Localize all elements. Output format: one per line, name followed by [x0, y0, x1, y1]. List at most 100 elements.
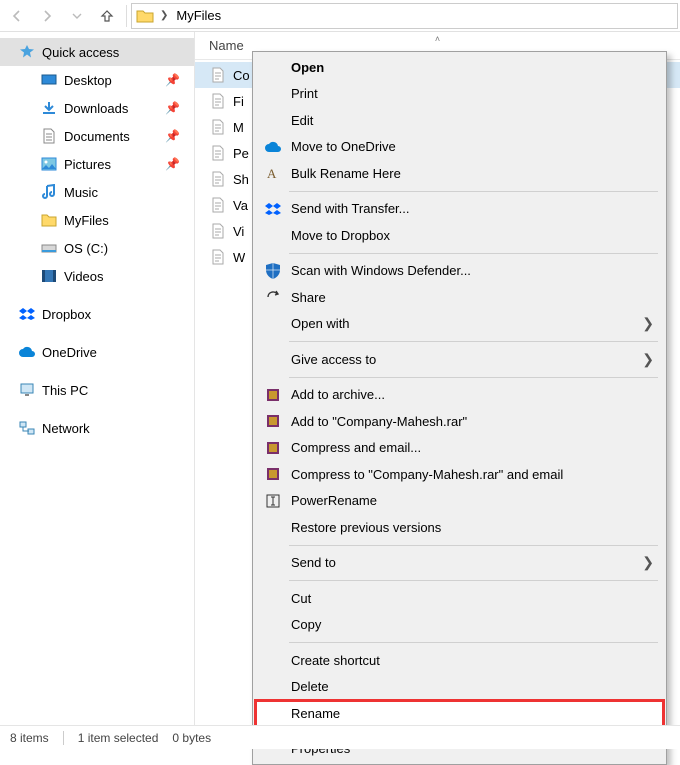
menu-add-archive[interactable]: Add to archive... [255, 382, 664, 409]
sidebar-item-label: MyFiles [64, 213, 109, 228]
document-icon [40, 127, 58, 145]
text-file-icon [209, 144, 227, 162]
sidebar-item-label: OneDrive [42, 345, 97, 360]
menu-separator [289, 545, 658, 546]
status-size: 0 bytes [172, 731, 211, 745]
sidebar-item-downloads[interactable]: Downloads 📌 [0, 94, 194, 122]
menu-compress-email[interactable]: Compress and email... [255, 435, 664, 462]
picture-icon [40, 155, 58, 173]
menu-powerrename[interactable]: PowerRename [255, 488, 664, 515]
file-name: Sh [233, 172, 249, 187]
menu-send-to[interactable]: Send to❯ [255, 550, 664, 577]
text-file-icon [209, 66, 227, 84]
menu-delete[interactable]: Delete [255, 674, 664, 701]
navigation-tree: Quick access Desktop 📌 Downloads 📌 Docum… [0, 32, 195, 725]
chevron-right-icon: ❯ [642, 351, 654, 368]
menu-separator [289, 341, 658, 342]
address-bar[interactable]: ❯ MyFiles [131, 3, 678, 29]
file-name: Fi [233, 94, 244, 109]
forward-button[interactable] [32, 1, 62, 31]
separator [63, 731, 64, 745]
back-button[interactable] [2, 1, 32, 31]
rename-icon: A [263, 163, 283, 183]
pc-icon [18, 381, 36, 399]
menu-cut[interactable]: Cut [255, 585, 664, 612]
menu-separator [289, 253, 658, 254]
sidebar-item-network[interactable]: Network [0, 414, 194, 442]
sidebar-item-label: Dropbox [42, 307, 91, 322]
menu-open[interactable]: Open [255, 54, 664, 81]
archive-icon [263, 411, 283, 431]
text-file-icon [209, 118, 227, 136]
sidebar-item-label: Desktop [64, 73, 112, 88]
sidebar-item-this-pc[interactable]: This PC [0, 376, 194, 404]
drive-icon [40, 239, 58, 257]
status-bar: 8 items 1 item selected 0 bytes [0, 725, 680, 749]
sidebar-item-label: Downloads [64, 101, 128, 116]
menu-defender[interactable]: Scan with Windows Defender... [255, 258, 664, 285]
separator [126, 5, 127, 27]
sidebar-item-label: OS (C:) [64, 241, 108, 256]
menu-open-with[interactable]: Open with❯ [255, 311, 664, 338]
sidebar-item-music[interactable]: Music [0, 178, 194, 206]
menu-share[interactable]: Share [255, 284, 664, 311]
recent-dropdown[interactable] [62, 1, 92, 31]
chevron-right-icon: ❯ [642, 315, 654, 332]
menu-separator [289, 580, 658, 581]
menu-copy[interactable]: Copy [255, 612, 664, 639]
sidebar-quick-access[interactable]: Quick access [0, 38, 194, 66]
chevron-right-icon[interactable]: ❯ [158, 10, 170, 21]
menu-move-dropbox[interactable]: Move to Dropbox [255, 222, 664, 249]
up-button[interactable] [92, 1, 122, 31]
sidebar-item-os-drive[interactable]: OS (C:) [0, 234, 194, 262]
svg-text:A: A [267, 166, 277, 181]
column-label: Name [209, 38, 244, 53]
menu-compress-to-email[interactable]: Compress to "Company-Mahesh.rar" and ema… [255, 461, 664, 488]
archive-icon [263, 385, 283, 405]
cloud-icon [263, 137, 283, 157]
menu-bulk-rename[interactable]: A Bulk Rename Here [255, 160, 664, 187]
menu-print[interactable]: Print [255, 81, 664, 108]
menu-edit[interactable]: Edit [255, 107, 664, 134]
sidebar-item-videos[interactable]: Videos [0, 262, 194, 290]
file-name: Va [233, 198, 248, 213]
music-icon [40, 183, 58, 201]
folder-icon [40, 211, 58, 229]
navigation-bar: ❯ MyFiles [0, 0, 680, 32]
breadcrumb-folder[interactable]: MyFiles [174, 6, 223, 25]
pin-icon: 📌 [165, 129, 180, 143]
menu-send-transfer[interactable]: Send with Transfer... [255, 196, 664, 223]
sidebar-item-onedrive[interactable]: OneDrive [0, 338, 194, 366]
sidebar-item-desktop[interactable]: Desktop 📌 [0, 66, 194, 94]
star-icon [18, 43, 36, 61]
network-icon [18, 419, 36, 437]
desktop-icon [40, 71, 58, 89]
menu-restore[interactable]: Restore previous versions [255, 514, 664, 541]
menu-give-access[interactable]: Give access to❯ [255, 346, 664, 373]
text-file-icon [209, 92, 227, 110]
sidebar-item-documents[interactable]: Documents 📌 [0, 122, 194, 150]
menu-create-shortcut[interactable]: Create shortcut [255, 647, 664, 674]
status-selection: 1 item selected [78, 731, 159, 745]
menu-separator [289, 642, 658, 643]
download-icon [40, 99, 58, 117]
sidebar-item-label: Music [64, 185, 98, 200]
dropbox-icon [263, 199, 283, 219]
sidebar-item-pictures[interactable]: Pictures 📌 [0, 150, 194, 178]
folder-icon [136, 7, 154, 25]
sidebar-item-dropbox[interactable]: Dropbox [0, 300, 194, 328]
archive-icon [263, 464, 283, 484]
context-menu: Open Print Edit Move to OneDrive A Bulk … [252, 51, 667, 765]
file-name: Vi [233, 224, 244, 239]
file-name: Co [233, 68, 250, 83]
archive-icon [263, 438, 283, 458]
sidebar-item-myfiles[interactable]: MyFiles [0, 206, 194, 234]
menu-add-to-rar[interactable]: Add to "Company-Mahesh.rar" [255, 408, 664, 435]
text-file-icon [209, 248, 227, 266]
menu-separator [289, 191, 658, 192]
status-item-count: 8 items [10, 731, 49, 745]
menu-move-onedrive[interactable]: Move to OneDrive [255, 134, 664, 161]
menu-rename[interactable]: Rename [255, 700, 664, 727]
file-name: Pe [233, 146, 249, 161]
sidebar-item-label: Pictures [64, 157, 111, 172]
